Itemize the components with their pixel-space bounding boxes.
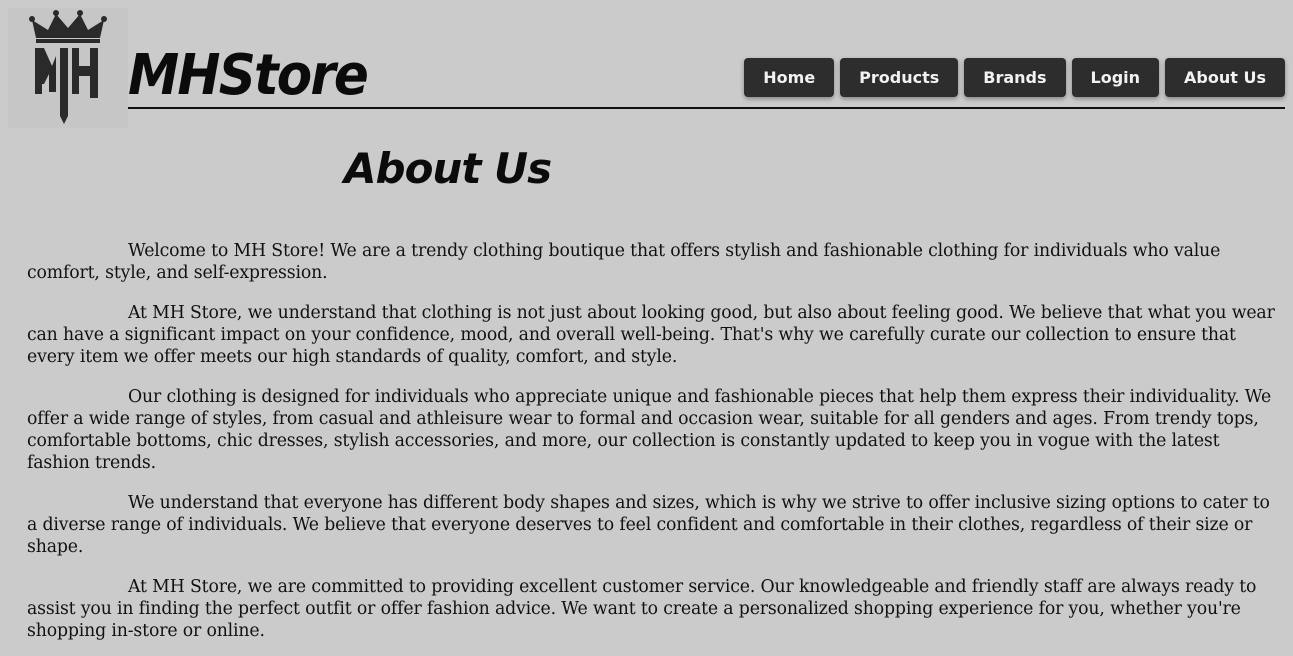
crown-mh-logo-icon	[29, 10, 107, 124]
store-logo[interactable]	[8, 8, 128, 128]
about-paragraph: At MH Store, we understand that clothing…	[27, 303, 1275, 367]
nav-login-button[interactable]: Login	[1071, 58, 1160, 97]
about-paragraph: Welcome to MH Store! We are a trendy clo…	[27, 241, 1221, 283]
about-paragraph: Our clothing is designed for individuals…	[27, 387, 1272, 473]
about-content: Welcome to MH Store! We are a trendy clo…	[27, 240, 1285, 656]
nav-about-us-button[interactable]: About Us	[1165, 58, 1285, 97]
nav-home-button[interactable]: Home	[744, 58, 835, 97]
brand-name: MHStore	[128, 43, 369, 108]
header-divider	[128, 107, 1285, 109]
nav-brands-button[interactable]: Brands	[964, 58, 1066, 97]
main-nav: Home Products Brands Login About Us	[744, 58, 1285, 97]
about-paragraph: We understand that everyone has differen…	[27, 493, 1270, 557]
nav-products-button[interactable]: Products	[840, 58, 959, 97]
about-paragraph: At MH Store, we are committed to providi…	[27, 577, 1257, 641]
page-title: About Us	[344, 144, 552, 193]
